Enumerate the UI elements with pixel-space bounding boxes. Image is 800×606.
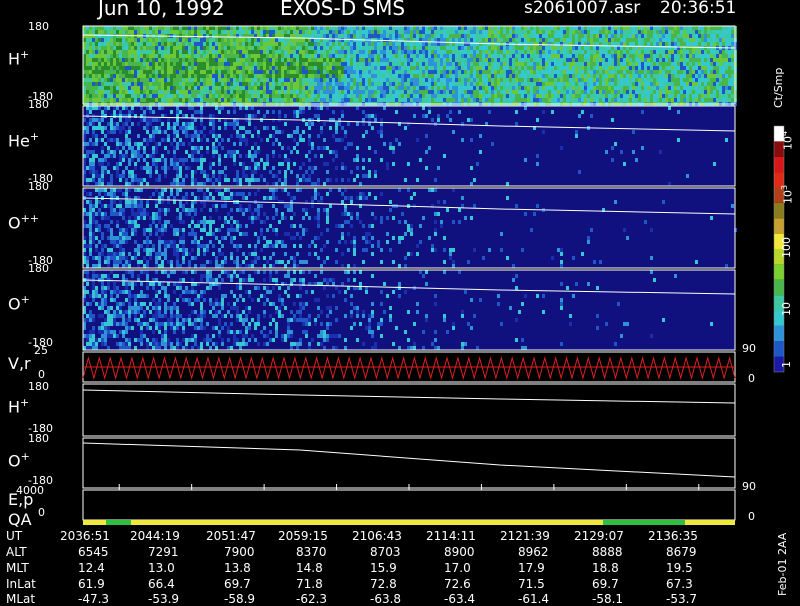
table-cell: -58.1 [592,592,623,606]
line-panel1-ymax: 180 [28,380,49,393]
table-cell: 17.9 [518,561,545,575]
table-row-label: ALT [6,545,27,559]
table-cell: 13.0 [148,561,175,575]
table-cell: 8679 [666,545,697,559]
panel3-ymax: 180 [28,180,49,193]
line-panel-label-h-plus: H+ [8,396,29,416]
colorbar-swatch-2 [774,326,784,341]
table-cell: 17.0 [444,561,471,575]
table-cell: 8962 [518,545,549,559]
table-cell: 18.8 [592,561,619,575]
table-cell: 14.8 [296,561,323,575]
table-cell: 2036:51 [60,529,110,543]
colorbar-swatch-9 [774,218,784,233]
table-cell: -47.3 [78,592,109,606]
colorbar-tick-1: 1 [780,361,793,368]
vr-right-bottom: 0 [748,372,755,385]
colorbar-swatch-6 [774,264,784,279]
table-cell: -63.4 [444,592,475,606]
table-cell: -63.8 [370,592,401,606]
table-cell: 7900 [224,545,255,559]
qa-right-value: 0 [748,510,755,523]
plot-date: Jun 10, 1992 [98,0,225,20]
table-row-label: MLat [6,592,35,606]
table-cell: 2106:43 [352,529,402,543]
table-cell: 8888 [592,545,623,559]
table-cell: -53.7 [666,592,697,606]
panel4-ymax: 180 [28,262,49,275]
instrument-name: EXOS-D SMS [280,0,405,20]
table-cell: 2059:15 [278,529,328,543]
line-panel-o-frame [83,438,735,488]
table-cell: 69.7 [592,577,619,591]
table-cell: 2136:35 [648,529,698,543]
table-cell: 19.5 [666,561,693,575]
colorbar-unit: Ct/Smp [772,68,785,108]
colorbar-tick-100: 100 [780,237,793,258]
table-cell: 71.8 [296,577,323,591]
table-cell: 12.4 [78,561,105,575]
table-cell: 61.9 [78,577,105,591]
table-row-label: InLat [6,577,36,591]
panel-label-h-plus: H+ [8,48,29,68]
table-cell: -62.3 [296,592,327,606]
table-cell: 67.3 [666,577,693,591]
table-row-label: MLT [6,561,29,575]
table-cell: 72.6 [444,577,471,591]
table-cell: -61.4 [518,592,549,606]
table-cell: 71.5 [518,577,545,591]
qa-bar-segment-2 [603,520,685,525]
table-cell: 8900 [444,545,475,559]
file-name: s2061007.asr [524,0,640,18]
colorbar-tick-10: 10 [780,302,793,316]
colorbar-swatch-1 [774,341,784,356]
table-cell: 15.9 [370,561,397,575]
vr-ytop: 25 [34,344,48,357]
colorbar-tick-10e4: 104 [780,131,795,150]
vr-label: V,r [8,354,31,373]
table-cell: 7291 [148,545,179,559]
line-panel-label-o-plus: O+ [8,450,30,470]
table-row-label: UT [6,529,22,543]
vr-right-top: 90 [742,342,756,355]
colorbar-swatch-13 [774,157,784,172]
table-cell: 13.8 [224,561,251,575]
qa-bar-segment-1 [106,520,131,525]
table-cell: 8703 [370,545,401,559]
table-cell: 66.4 [148,577,175,591]
table-cell: -58.9 [224,592,255,606]
panel1-ymax: 180 [28,20,49,33]
version-stamp: Feb-01 2AA [776,533,789,596]
ep-right-value: 90 [742,480,756,493]
table-cell: 6545 [78,545,109,559]
colorbar-tick-10e3: 103 [780,185,795,204]
table-cell: 72.8 [370,577,397,591]
panel2-ymax: 180 [28,98,49,111]
ep-left-value: 4000 [16,484,44,497]
panel-label-he-plus: He+ [8,130,39,150]
spectrogram-cells-0 [83,26,737,106]
table-cell: 2114:11 [426,529,476,543]
panel-label-o-plus: O+ [8,293,30,313]
table-cell: 8370 [296,545,327,559]
table-cell: 2129:07 [574,529,624,543]
ep-qa-frame [83,490,735,520]
table-cell: 2044:19 [130,529,180,543]
qa-label: QA [8,510,32,529]
file-time: 20:36:51 [660,0,736,18]
colorbar-swatch-10 [774,203,784,218]
qa-left-value: 0 [38,506,45,519]
exos-d-sms-plot [0,0,800,600]
table-cell: -53.9 [148,592,179,606]
line-panel2-ymax: 180 [28,432,49,445]
colorbar-swatch-5 [774,280,784,295]
panel-label-o-plusplus: O++ [8,212,39,232]
table-cell: 2121:39 [500,529,550,543]
table-cell: 69.7 [224,577,251,591]
table-cell: 2051:47 [206,529,256,543]
